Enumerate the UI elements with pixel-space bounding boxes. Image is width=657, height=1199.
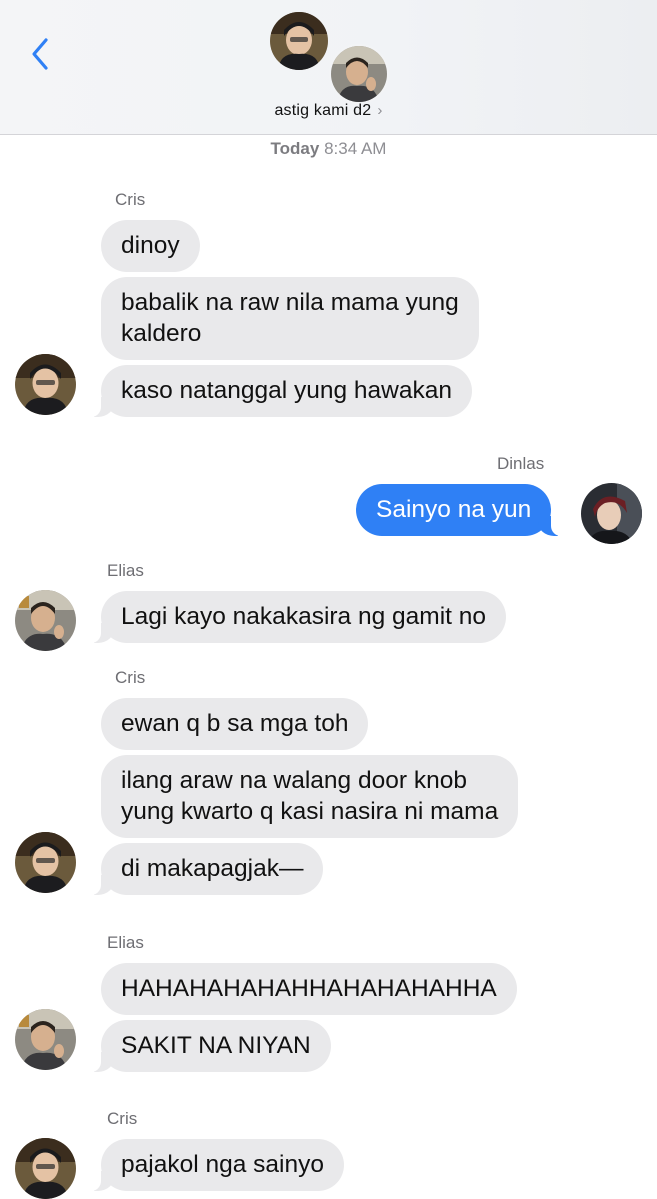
message-bubble[interactable]: SAKIT NA NIYAN	[91, 1020, 331, 1072]
message-bubble[interactable]: ewan q b sa mga toh	[101, 698, 369, 750]
group-name-button[interactable]: astig kami d2 ›	[0, 102, 657, 120]
sender-name: Elias	[107, 561, 144, 580]
sender-name: Dinlas	[497, 454, 545, 473]
chevron-left-icon	[32, 38, 48, 70]
group-avatar-elias[interactable]	[329, 44, 389, 104]
message-bubble[interactable]: HAHAHAHAHAHHAHAHAHAHHA	[101, 963, 517, 1015]
avatar-dinlas[interactable]	[581, 483, 642, 544]
back-button[interactable]	[26, 34, 56, 74]
avatar-elias[interactable]	[15, 1009, 76, 1070]
avatar-cris[interactable]	[15, 354, 76, 415]
group-name-label: astig kami d2	[274, 102, 372, 119]
message-bubble[interactable]: babalik na raw nila mama yung kaldero	[101, 277, 479, 360]
avatar-cris[interactable]	[15, 832, 76, 893]
message-bubble[interactable]: di makapagjak—	[90, 843, 324, 895]
conversation-timestamp: Today 8:34 AM	[0, 139, 657, 159]
chevron-right-icon: ›	[377, 102, 383, 119]
message-bubble[interactable]: ilang araw na walang door knob yung kwar…	[101, 755, 519, 838]
avatar-cris[interactable]	[15, 1138, 76, 1199]
message-bubble[interactable]: Lagi kayo nakakasira ng gamit no	[91, 591, 506, 643]
message-bubble[interactable]: kaso natanggal yung hawakan	[90, 365, 473, 417]
sender-name: Cris	[115, 190, 146, 209]
sender-name: Elias	[107, 933, 144, 952]
sender-name: Cris	[107, 1109, 138, 1128]
timestamp-time: 8:34 AM	[324, 139, 387, 158]
sender-name: Cris	[115, 668, 146, 687]
message-bubble-outgoing[interactable]: Sainyo na yun	[356, 484, 562, 536]
timestamp-day: Today	[270, 139, 320, 158]
conversation-header: astig kami d2 ›	[0, 0, 657, 135]
message-bubble[interactable]: dinoy	[101, 220, 200, 272]
avatar-elias[interactable]	[15, 590, 76, 651]
message-bubble[interactable]: pajakol nga sainyo	[91, 1139, 344, 1191]
group-avatar-cris[interactable]	[270, 12, 328, 70]
